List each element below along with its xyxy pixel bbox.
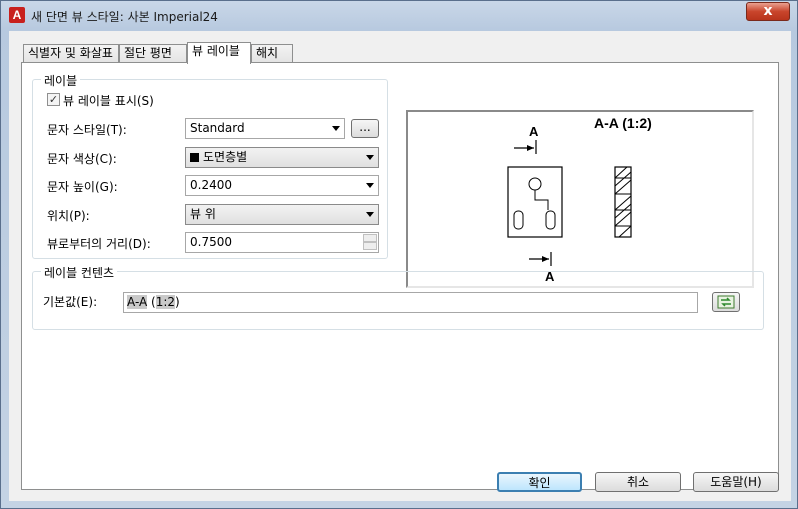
preview-title-text: A-A (1:2) [594,115,652,131]
text-height-combo[interactable]: 0.2400 [185,175,379,196]
view-label-panel: 레이블 ✓ 뷰 레이블 표시(S) 문자 스타일(T): Standard ..… [21,62,779,490]
distance-label: 뷰로부터의 거리(D): [47,237,151,251]
text-color-dropdown[interactable]: 도면층별 [185,147,379,168]
tab-identifiers-arrows[interactable]: 식별자 및 화살표 [23,44,119,63]
distance-value: 0.7500 [190,235,232,249]
part-hole [528,177,542,191]
default-value-input[interactable]: A-A (1:2) [123,292,698,313]
part-slot-right [545,210,556,230]
distance-spinner[interactable]: 0.7500 [185,232,379,253]
chevron-down-icon [366,155,374,160]
window-title: 새 단면 뷰 스타일: 사본 Imperial24 [31,10,218,24]
insert-field-icon [717,295,735,309]
tab-hatch[interactable]: 해치 [251,44,293,63]
text-height-value: 0.2400 [190,178,232,192]
text-color-label: 문자 색상(C): [47,152,117,166]
part-slot-left [513,210,524,230]
color-swatch [190,153,199,162]
label-content-title: 레이블 컨텐츠 [41,264,118,281]
hatch-line [614,203,632,219]
text-height-label: 문자 높이(G): [47,180,118,194]
default-value-field-a: A-A [127,295,148,309]
label-group: 레이블 ✓ 뷰 레이블 표시(S) 문자 스타일(T): Standard ..… [32,72,388,259]
hatch-line [614,195,632,211]
dialog-client: 식별자 및 화살표 절단 평면 뷰 레이블 해치 레이블 ✓ 뷰 레이블 표시(… [9,31,791,501]
chevron-down-icon [332,126,340,131]
text-style-value: Standard [190,121,245,135]
cancel-button[interactable]: 취소 [595,472,681,492]
hatch-line [614,166,628,179]
tab-view-label[interactable]: 뷰 레이블 [187,42,251,64]
bottom-arrow-head [542,256,549,262]
section-preview-drawing: A-A (1:2) A A [507,115,652,284]
chevron-down-icon [366,212,374,217]
hatch-line [614,211,632,227]
hatch-line [614,171,632,187]
text-style-browse-button[interactable]: ... [351,119,379,138]
spin-down-icon[interactable] [363,242,377,250]
spin-buttons[interactable] [363,234,377,251]
chevron-down-icon [366,183,374,188]
title-bar[interactable]: A 새 단면 뷰 스타일: 사본 Imperial24 x [1,1,797,31]
show-label-checkbox[interactable]: ✓ [47,93,60,106]
text-style-dropdown[interactable]: Standard [185,118,345,139]
help-button[interactable]: 도움말(H) [693,472,779,492]
top-arrow-head [527,145,534,151]
show-label-text: 뷰 레이블 표시(S) [63,94,154,108]
spin-up-icon[interactable] [363,234,377,242]
close-button[interactable]: x [746,2,790,21]
tab-cutting-plane[interactable]: 절단 평면 [119,44,187,63]
ok-button[interactable]: 확인 [497,472,582,492]
part-path [534,190,549,210]
preview-pane: A-A (1:2) A A [406,110,754,288]
position-dropdown[interactable]: 뷰 위 [185,204,379,225]
default-value-label: 기본값(E): [43,295,98,309]
dialog-window: A 새 단면 뷰 스타일: 사본 Imperial24 x 식별자 및 화살표 … [0,0,798,509]
text-style-label: 문자 스타일(T): [47,123,127,137]
autocad-logo-icon: A [9,7,25,23]
hatch-line [618,225,632,238]
position-value: 뷰 위 [190,207,216,221]
label-group-title: 레이블 [41,72,81,89]
text-color-value: 도면층별 [203,150,248,164]
label-content-group: 레이블 컨텐츠 기본값(E): A-A (1:2) [32,264,764,330]
preview-top-letter: A [529,124,539,139]
hatch-line [614,179,632,195]
position-label: 위치(P): [47,209,90,223]
default-value-field-b: 1:2 [155,295,176,309]
insert-field-button[interactable] [712,292,740,312]
